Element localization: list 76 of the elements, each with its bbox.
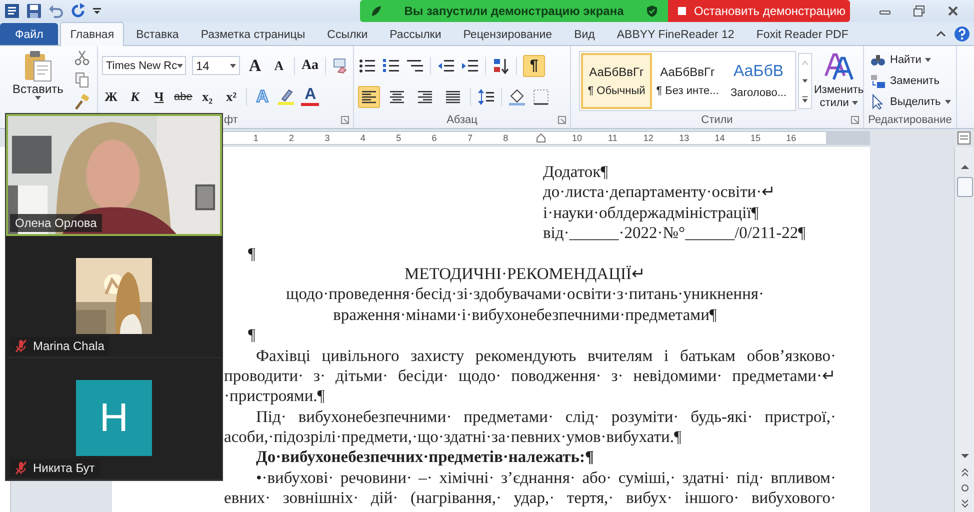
stop-share-button[interactable]: Остановить демонстрацию — [668, 0, 850, 22]
show-marks-button[interactable]: ¶ — [523, 54, 545, 76]
ruler-number: 1 — [252, 133, 260, 143]
document-text: до·листа·департаменту·освіти·↵ — [542, 182, 777, 203]
change-case-button[interactable]: Aa — [301, 56, 319, 76]
ribbon-tab[interactable]: Рецензирование — [453, 23, 562, 45]
shrink-font-button[interactable]: A — [270, 56, 288, 76]
document-text: ¶ — [247, 325, 256, 346]
ribbon-tab[interactable]: Ссылки — [317, 23, 378, 45]
document-text: Під· вибухонебезпечними· предметами· слід· розуміти· будь-які· пристрої,· — [255, 406, 836, 428]
font-style-button[interactable]: К — [126, 86, 144, 106]
document-text: асоби,·підозрілі·предмети,·що·здатні·за·певних·умов·вибухати.¶ — [224, 427, 682, 448]
group-label: Редактирование — [868, 114, 952, 126]
font-style-button[interactable]: Ч — [150, 86, 168, 106]
editing-button[interactable]: Выделить — [870, 92, 952, 112]
document-text: До·вибухонебезпечних·предметів·належать:¶ — [255, 447, 595, 468]
ribbon-tab[interactable]: Вставка — [126, 23, 189, 45]
ruler-number: 7 — [466, 133, 474, 143]
document-text: щодо·проведення·бесід·зі·здобувачами·освіти·з·питань·уникнення· — [284, 284, 765, 305]
document-text: проводити· з· дітьми· бесіди· щодо· поводження· з· невідомими· предметами·↵ — [224, 366, 836, 386]
ribbon-tab[interactable]: Рассылки — [380, 23, 452, 45]
font-style-button[interactable]: abe — [174, 86, 192, 106]
ruler-number: 6 — [430, 133, 438, 143]
font-name-field[interactable]: Times New Rc — [102, 56, 186, 75]
font-size-field[interactable]: 14 — [192, 56, 240, 75]
ribbon-tab[interactable]: Главная — [60, 22, 124, 46]
grow-font-button[interactable]: A — [246, 56, 264, 76]
ribbon-tab[interactable]: ABBYY FineReader 12 — [606, 23, 744, 45]
participant-name: Marina Chala — [10, 337, 110, 355]
ruler-number: 13 — [678, 133, 690, 143]
editing-button[interactable]: Заменить — [870, 71, 952, 90]
font-color-button[interactable]: A — [301, 88, 320, 106]
document-text: •·вибухові· речовини· –· хімічні· з’єднання· або· суміші,· здатні· під· впливом· — [255, 468, 836, 488]
ruler-number: 3 — [324, 133, 331, 143]
ribbon-tab[interactable]: Разметка страницы — [190, 23, 316, 45]
ruler-number: 14 — [714, 133, 726, 143]
participant-tile[interactable]: H Никита Бут — [6, 358, 222, 480]
ruler-number: 12 — [642, 133, 654, 143]
participant-tile[interactable]: Marina Chala — [6, 236, 222, 358]
avatar: H — [76, 380, 152, 456]
style-item[interactable]: АаБбВвГг ¶ Без инте... — [652, 53, 723, 109]
editing-button[interactable]: Найти — [870, 50, 952, 70]
participant-name: Олена Орлова — [10, 214, 102, 232]
change-styles-button[interactable]: Изменить стили — [814, 52, 864, 110]
font-style-button[interactable]: Ж — [102, 86, 120, 106]
document-text: МЕТОДИЧНІ·РЕКОМЕНДАЦІЇ↵ — [403, 264, 646, 284]
document-text: ¶ — [247, 244, 256, 264]
group-label: Абзац — [446, 114, 478, 126]
group-label: Стили — [701, 114, 733, 126]
ruler-number: 11 — [607, 133, 618, 143]
ruler-number: 8 — [502, 133, 510, 143]
document-text: від·______·2022·№°______/0/211-22¶ — [542, 223, 807, 244]
style-item[interactable]: АаБбВвГг ¶ Обычный — [581, 53, 652, 109]
font-style-button[interactable]: x₂ — [198, 86, 216, 106]
ruler-number: 4 — [359, 133, 366, 143]
ruler-number: 16 — [785, 133, 798, 143]
group-label: фт — [224, 114, 238, 126]
ruler-number: 2 — [288, 133, 296, 143]
paste-button[interactable]: Вставить — [12, 50, 64, 100]
participant-tile[interactable]: Олена Орлова — [6, 114, 222, 236]
ruler-number: 5 — [395, 133, 402, 143]
banner-message: Вы запустили демонстрацию экрана — [403, 4, 625, 18]
ribbon-tab[interactable]: Вид — [564, 23, 605, 45]
document-text: Додаток¶ — [542, 162, 610, 182]
ribbon-tab[interactable]: Файл — [0, 23, 58, 45]
document-text: ·пристроями.¶ — [224, 386, 326, 407]
document-text: Фахівці цивільного захисту рекомендують вчителям і батькам обов’язково· — [255, 346, 836, 366]
ruler-number: 15 — [749, 133, 762, 143]
participant-name: Никита Бут — [10, 459, 100, 477]
ruler-number: 10 — [571, 133, 584, 143]
style-item[interactable]: АаБбВ Заголово... — [723, 53, 794, 109]
ribbon-tab[interactable]: Foxit Reader PDF — [746, 23, 858, 45]
document-text: евних· зовнішніх· дій· (нагрівання,· удар,· тертя,· вибух· іншого· вибухового· — [224, 488, 836, 509]
document-text: і·науки·облдержадміністрації¶ — [542, 202, 760, 224]
font-style-button[interactable]: x² — [222, 86, 240, 106]
document-text: враження·мінами·і·вибухонебезпечними·предметами¶ — [332, 304, 718, 326]
